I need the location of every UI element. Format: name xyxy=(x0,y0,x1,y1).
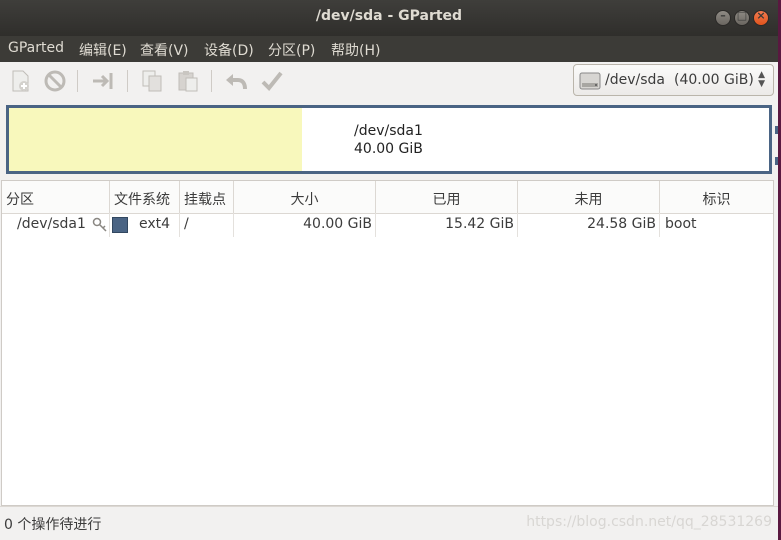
menu-gparted[interactable]: GParted xyxy=(8,40,64,56)
toolbar-separator xyxy=(211,70,212,92)
table-header: 分区 文件系统 挂载点 大小 已用 未用 标识 xyxy=(2,181,773,214)
maximize-icon: □ xyxy=(736,9,748,22)
partition-label: /dev/sda1 xyxy=(17,216,86,232)
spin-arrows-icon: ▲ ▼ xyxy=(758,70,765,89)
col-filesystem[interactable]: 文件系统 xyxy=(110,181,180,213)
gparted-window: /dev/sda - GParted – □ × GParted 编辑(E) 查… xyxy=(0,0,778,540)
disk-graphic-edge xyxy=(775,126,778,134)
menu-view[interactable]: 查看(V) xyxy=(140,40,189,60)
pending-operations: 0 个操作待进行 xyxy=(4,517,102,533)
partition-name: /dev/sda1 xyxy=(354,123,423,139)
cell-unused: 24.58 GiB xyxy=(518,213,660,237)
minimize-button[interactable]: – xyxy=(715,9,731,26)
minimize-icon: – xyxy=(720,9,726,22)
window-title: /dev/sda - GParted xyxy=(315,8,463,24)
col-partition[interactable]: 分区 xyxy=(2,181,110,213)
col-used[interactable]: 已用 xyxy=(376,181,518,213)
menu-edit[interactable]: 编辑(E) xyxy=(79,40,127,60)
cell-size: 40.00 GiB xyxy=(234,213,376,237)
title-bar: /dev/sda - GParted – □ × xyxy=(0,0,778,36)
menu-device[interactable]: 设备(D) xyxy=(204,40,254,60)
close-icon: × xyxy=(756,9,766,22)
table-row[interactable]: /dev/sda1 ext4 / 40.00 GiB 15.42 GiB 24.… xyxy=(2,213,773,237)
close-button[interactable]: × xyxy=(753,9,769,26)
toolbar-separator xyxy=(127,70,128,92)
disk-graphic-edge xyxy=(775,157,778,165)
cell-flags: boot xyxy=(665,216,697,232)
key-icon xyxy=(92,217,107,232)
col-unused[interactable]: 未用 xyxy=(518,181,660,213)
delete-icon[interactable] xyxy=(42,68,68,94)
cell-used: 15.42 GiB xyxy=(376,213,518,237)
col-size[interactable]: 大小 xyxy=(234,181,376,213)
new-partition-icon[interactable] xyxy=(8,68,34,94)
hard-disk-icon xyxy=(579,72,601,90)
copy-icon[interactable] xyxy=(139,68,165,94)
partition-size: 40.00 GiB xyxy=(354,141,423,157)
menu-partition[interactable]: 分区(P) xyxy=(268,40,315,60)
cell-filesystem: ext4 xyxy=(110,213,180,237)
device-size: (40.00 GiB) xyxy=(674,72,754,88)
status-bar: 0 个操作待进行 https://blog.csdn.net/qq_285312… xyxy=(0,506,778,540)
device-path: /dev/sda xyxy=(605,72,665,88)
maximize-button[interactable]: □ xyxy=(734,9,750,26)
menubar: GParted 编辑(E) 查看(V) 设备(D) 分区(P) 帮助(H) xyxy=(0,36,778,62)
paste-icon[interactable] xyxy=(175,68,201,94)
menu-help[interactable]: 帮助(H) xyxy=(331,40,380,60)
watermark-text: https://blog.csdn.net/qq_28531269 xyxy=(526,514,772,530)
disk-graphic[interactable]: /dev/sda1 40.00 GiB xyxy=(6,105,772,174)
toolbar-separator xyxy=(77,70,78,92)
resize-move-icon[interactable] xyxy=(90,68,116,94)
used-space-bar xyxy=(9,108,302,171)
col-mountpoint[interactable]: 挂载点 xyxy=(180,181,234,213)
cell-mountpoint: / xyxy=(180,213,234,237)
undo-icon[interactable] xyxy=(223,68,249,94)
apply-icon[interactable] xyxy=(259,68,285,94)
partition-table: 分区 文件系统 挂载点 大小 已用 未用 标识 /dev/sda1 ext4 /… xyxy=(1,180,774,506)
col-flags[interactable]: 标识 xyxy=(660,181,773,213)
device-selector[interactable]: /dev/sda (40.00 GiB) ▲ ▼ xyxy=(573,64,774,96)
